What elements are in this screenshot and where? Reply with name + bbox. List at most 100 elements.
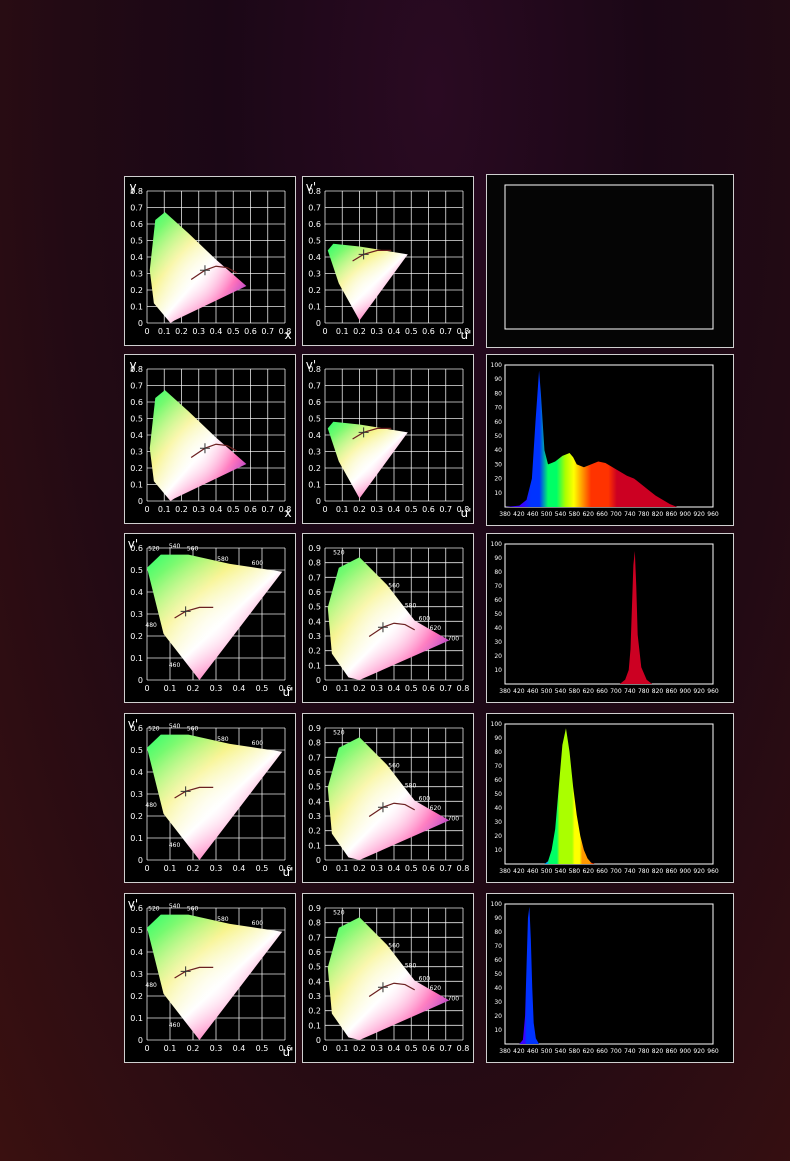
y-tick-label: 0.3 bbox=[308, 632, 321, 641]
wavelength-label: 580 bbox=[405, 602, 417, 609]
x-tick-label: 900 bbox=[680, 868, 692, 875]
wavelength-label: 600 bbox=[419, 616, 431, 623]
y-tick-label: 90 bbox=[494, 555, 502, 562]
x-tick-label: 860 bbox=[666, 511, 678, 518]
x-tick-label: 0.6 bbox=[422, 864, 435, 873]
x-tick-label: 820 bbox=[652, 868, 664, 875]
y-tick-label: 0.7 bbox=[308, 204, 321, 213]
gamut-white-center bbox=[327, 421, 408, 499]
spectrum-panel-3: 100 90 80 70 60 50 40 30 20 10 380 420 460 500 540 580 6… bbox=[486, 533, 734, 703]
cie-xy-panel-3: 0.9 0.8 0.7 0.6 0.5 0.4 0.3 0.2 0.1 0 0 0.1 0.2 0.3 0.… bbox=[302, 533, 474, 703]
wavelength-label: 560 bbox=[388, 583, 400, 590]
x-tick-label: 900 bbox=[680, 511, 692, 518]
y-tick-label: 90 bbox=[494, 915, 502, 922]
cie-xy-panel-4: 0.9 0.8 0.7 0.6 0.5 0.4 0.3 0.2 0.1 0 0 0.1 0.2 0.3 0.… bbox=[302, 713, 474, 883]
spectrum-chart-3: 100908070605040302010380 420 460 500 540 580 6… bbox=[491, 541, 719, 695]
y-tick-label: 0 bbox=[316, 1036, 321, 1045]
x-tick-label: 700 bbox=[610, 688, 622, 695]
x-tick-label: 540 bbox=[555, 1048, 567, 1055]
y-tick-label: 0.4 bbox=[130, 253, 143, 262]
x-tick-label: 0.5 bbox=[227, 327, 240, 336]
y-tick-label: 0.1 bbox=[308, 303, 321, 312]
x-axis-label: u' bbox=[283, 685, 294, 699]
spectrum-area bbox=[619, 551, 653, 684]
x-tick-label: 0.6 bbox=[422, 327, 435, 336]
cie-uv-chart-5: 0.60.50.40.30.20.100 0.1 0.2 0.3 0.4 0.5 0.6v'… bbox=[128, 897, 294, 1059]
wavelength-label: 460 bbox=[169, 662, 181, 669]
y-tick-label: 0.5 bbox=[308, 603, 321, 612]
y-tick-label: 0 bbox=[316, 497, 321, 506]
x-tick-label: 0.8 bbox=[457, 864, 470, 873]
x-tick-label: 0.1 bbox=[158, 327, 171, 336]
x-tick-label: 0.3 bbox=[370, 684, 383, 693]
x-tick-label: 0.3 bbox=[210, 1044, 223, 1053]
wavelength-label: 540 bbox=[169, 903, 181, 910]
x-tick-label: 0.2 bbox=[353, 327, 366, 336]
x-tick-label: 0.4 bbox=[388, 327, 401, 336]
x-tick-label: 0.2 bbox=[175, 327, 188, 336]
x-tick-label: 380 bbox=[499, 511, 511, 518]
cie-xy-chart-5: 0.9 0.8 0.7 0.6 0.5 0.4 0.3 0.2 0.1 00 0.1 0.2 0.3 0.… bbox=[308, 904, 469, 1053]
cie-uv-panel-2: 0.8 0.7 0.6 0.5 0.4 0.3 0.2 0.1 0 0 0.1 0.2 0.3 0.4 0.… bbox=[302, 354, 474, 524]
x-tick-label: 0 bbox=[322, 1044, 327, 1053]
x-tick-label: 500 bbox=[541, 688, 553, 695]
x-tick-label: 0.1 bbox=[336, 1044, 349, 1053]
y-tick-label: 0.3 bbox=[308, 270, 321, 279]
x-tick-label: 460 bbox=[527, 1048, 539, 1055]
gamut-white-center bbox=[327, 737, 450, 860]
x-tick-label: 780 bbox=[638, 1048, 650, 1055]
y-tick-label: 0.6 bbox=[308, 768, 321, 777]
y-tick-label: 0.2 bbox=[130, 286, 143, 295]
y-tick-label: 0.2 bbox=[308, 286, 321, 295]
spectrum-area bbox=[519, 906, 540, 1044]
y-axis-label: y bbox=[129, 358, 136, 372]
x-axis-label: u' bbox=[461, 506, 472, 520]
x-tick-label: 380 bbox=[499, 688, 511, 695]
y-tick-label: 50 bbox=[494, 433, 502, 440]
y-tick-label: 0.4 bbox=[308, 617, 321, 626]
x-tick-label: 740 bbox=[624, 868, 636, 875]
y-tick-label: 40 bbox=[494, 447, 502, 454]
x-axis-label: x bbox=[284, 328, 291, 342]
x-tick-label: 960 bbox=[707, 1048, 719, 1055]
x-tick-label: 0.5 bbox=[256, 1044, 269, 1053]
y-tick-label: 0 bbox=[316, 856, 321, 865]
x-tick-label: 380 bbox=[499, 1048, 511, 1055]
y-tick-label: 0.3 bbox=[130, 610, 143, 619]
x-tick-label: 660 bbox=[596, 1048, 608, 1055]
x-tick-label: 860 bbox=[666, 1048, 678, 1055]
x-tick-label: 0.3 bbox=[370, 1044, 383, 1053]
plot-frame bbox=[504, 184, 714, 330]
y-tick-label: 0.2 bbox=[130, 464, 143, 473]
y-tick-label: 0.2 bbox=[130, 632, 143, 641]
x-tick-label: 0.5 bbox=[256, 864, 269, 873]
y-tick-label: 0.5 bbox=[308, 783, 321, 792]
x-tick-label: 620 bbox=[582, 1048, 594, 1055]
x-tick-label: 0.4 bbox=[233, 1044, 246, 1053]
x-tick-label: 0.2 bbox=[353, 864, 366, 873]
wavelength-label: 480 bbox=[145, 802, 157, 809]
y-tick-label: 0.3 bbox=[130, 270, 143, 279]
x-tick-label: 0.4 bbox=[388, 1044, 401, 1053]
y-tick-label: 0.7 bbox=[130, 204, 143, 213]
y-tick-label: 70 bbox=[494, 405, 502, 412]
x-tick-label: 500 bbox=[541, 511, 553, 518]
cie-uv-panel-4: 0.6 0.5 0.4 0.3 0.2 0.1 0 0 0.1 0.2 0.3 0.4 0.5 0.6 v'… bbox=[124, 713, 296, 883]
x-tick-label: 920 bbox=[693, 688, 705, 695]
cie-xy-chart-4: 0.9 0.8 0.7 0.6 0.5 0.4 0.3 0.2 0.1 00 0.1 0.2 0.3 0.… bbox=[308, 724, 470, 873]
y-tick-label: 0.5 bbox=[308, 415, 321, 424]
wavelength-label: 560 bbox=[187, 906, 199, 913]
y-axis-label: v' bbox=[128, 897, 138, 911]
y-tick-label: 0.5 bbox=[130, 566, 143, 575]
y-tick-label: 0.5 bbox=[130, 926, 143, 935]
y-tick-label: 0.6 bbox=[130, 220, 143, 229]
cie-uv-panel-3: 0.6 0.5 0.4 0.3 0.2 0.1 0 0 0.1 0.2 0.3 0.4 0.5 0.6 v'… bbox=[124, 533, 296, 703]
y-axis-label: v' bbox=[306, 358, 316, 372]
y-tick-label: 0.8 bbox=[308, 559, 321, 568]
x-tick-label: 0.7 bbox=[439, 327, 452, 336]
spectrum-area bbox=[505, 370, 678, 507]
y-tick-label: 60 bbox=[494, 419, 502, 426]
wavelength-label: 580 bbox=[405, 962, 417, 969]
x-tick-label: 0 bbox=[144, 1044, 149, 1053]
cie-uv-chart-1: 0.80.70.60.50.40.30.20.100 0.1 0.2 0.3 0.4 0.… bbox=[306, 180, 472, 342]
